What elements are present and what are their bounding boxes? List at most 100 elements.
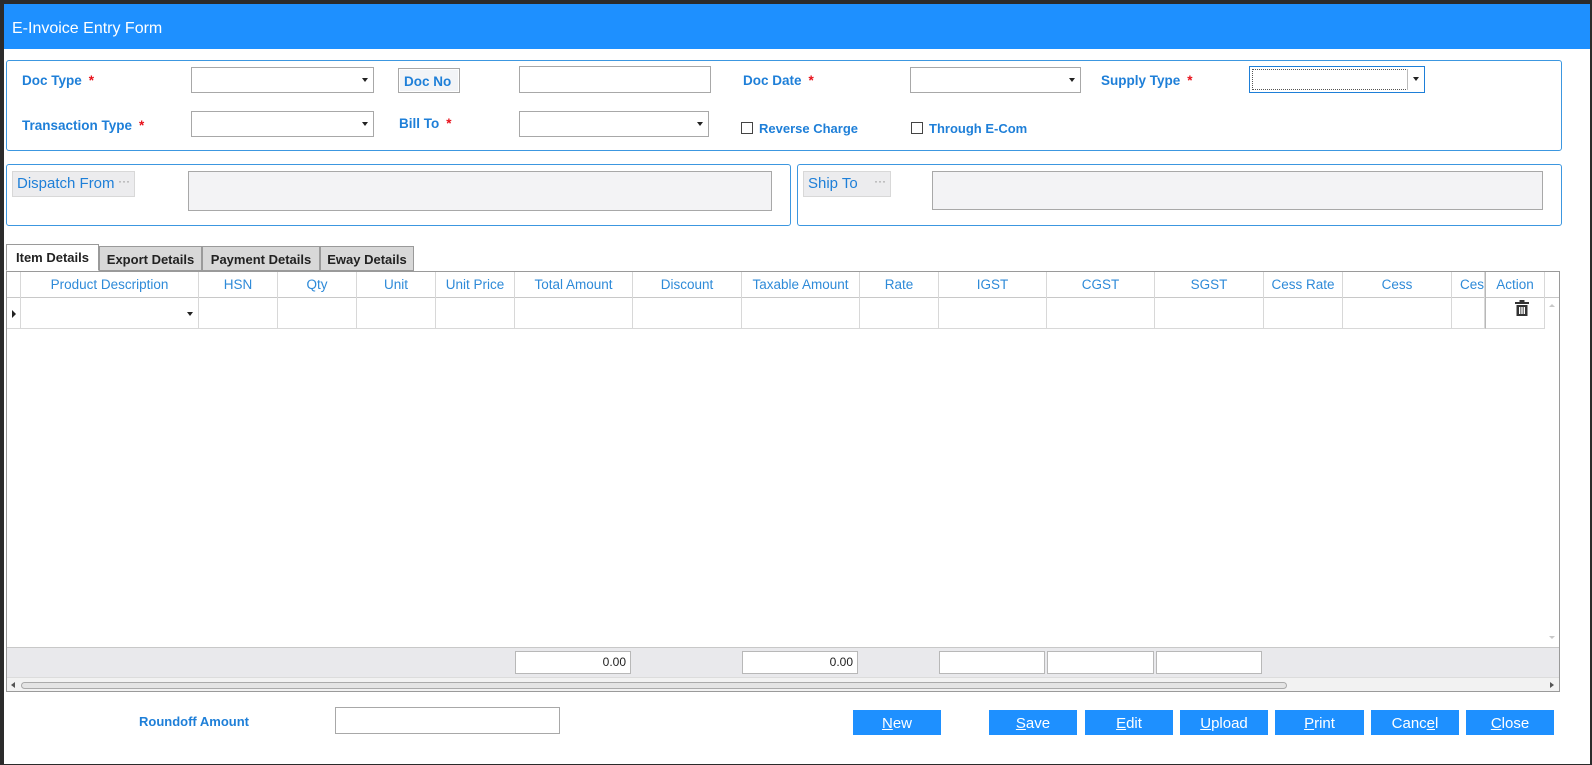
through-ecom-checkbox[interactable] <box>911 122 923 134</box>
required-marker: * <box>1187 73 1193 88</box>
cgst-sum <box>1047 651 1154 674</box>
cancel-irn-button[interactable]: Cancel IRN <box>1371 710 1459 758</box>
chevron-down-icon <box>1413 77 1419 81</box>
col-igst[interactable]: IGST <box>939 272 1047 298</box>
dispatch-from-address[interactable] <box>188 171 772 211</box>
chevron-down-icon <box>697 122 703 126</box>
doc-no-label: Doc No <box>398 68 460 93</box>
required-marker: * <box>139 118 145 133</box>
unit-price-cell[interactable] <box>436 298 515 329</box>
roundoff-amount-label: Roundoff Amount <box>139 714 249 729</box>
col-unit-price[interactable]: Unit Price <box>436 272 515 298</box>
cess-cell[interactable] <box>1343 298 1452 329</box>
scroll-down-icon[interactable] <box>1549 636 1555 639</box>
cgst-cell[interactable] <box>1047 298 1155 329</box>
horizontal-scroll-thumb[interactable] <box>21 682 1287 689</box>
total-amount-cell[interactable] <box>515 298 633 329</box>
row-selector[interactable] <box>7 298 21 329</box>
col-cess[interactable]: Cess <box>1343 272 1452 298</box>
total-amount-sum: 0.00 <box>515 651 631 674</box>
product-description-cell[interactable] <box>21 298 199 329</box>
scroll-right-icon[interactable] <box>1550 682 1554 688</box>
ship-to-address[interactable] <box>932 171 1543 210</box>
focus-rect <box>1252 69 1408 90</box>
col-cgst[interactable]: CGST <box>1047 272 1155 298</box>
grid-header: Product Description HSN Qty Unit Unit Pr… <box>7 272 1559 298</box>
transaction-type-combo[interactable] <box>191 111 374 137</box>
unit-cell[interactable] <box>357 298 436 329</box>
transaction-type-label: Transaction Type * <box>22 118 145 133</box>
col-rate[interactable]: Rate <box>860 272 939 298</box>
required-marker: * <box>88 73 95 88</box>
col-total-amount[interactable]: Total Amount <box>515 272 633 298</box>
dispatch-from-lookup[interactable]: Dispatch From ··· <box>12 171 135 197</box>
scroll-left-icon[interactable] <box>11 682 15 688</box>
col-discount[interactable]: Discount <box>633 272 742 298</box>
ellipsis-icon: ··· <box>118 174 130 188</box>
edit-button[interactable]: Edit <box>1085 710 1173 735</box>
trash-icon[interactable] <box>1514 300 1530 317</box>
doc-no-input[interactable] <box>519 66 711 93</box>
ship-to-panel: Ship To ··· <box>797 164 1562 226</box>
tab-export-details[interactable]: Export Details <box>99 246 202 271</box>
ship-to-lookup[interactable]: Ship To ··· <box>803 171 891 197</box>
chevron-down-icon <box>187 312 193 316</box>
required-marker: * <box>808 73 814 88</box>
upload-button[interactable]: Upload <box>1180 710 1268 735</box>
dispatch-from-panel: Dispatch From ··· <box>6 164 791 226</box>
reverse-charge-label[interactable]: Reverse Charge <box>759 121 858 136</box>
supply-type-combo[interactable] <box>1249 66 1425 93</box>
rate-cell[interactable] <box>860 298 939 329</box>
tab-payment-details[interactable]: Payment Details <box>202 246 320 271</box>
col-taxable-amount[interactable]: Taxable Amount <box>742 272 860 298</box>
col-sgst[interactable]: SGST <box>1155 272 1264 298</box>
sgst-cell[interactable] <box>1155 298 1264 329</box>
through-ecom-label[interactable]: Through E-Com <box>929 121 1027 136</box>
chevron-down-icon <box>1069 78 1075 82</box>
doc-date-label: Doc Date * <box>743 73 814 88</box>
bill-to-combo[interactable] <box>519 111 709 137</box>
save-button[interactable]: Save <box>989 710 1077 735</box>
grid-totals-row: 0.00 0.00 <box>7 647 1559 677</box>
taxable-amount-cell[interactable] <box>742 298 860 329</box>
doc-date-picker[interactable] <box>910 67 1081 93</box>
col-cess-truncated[interactable]: Cess <box>1452 272 1485 298</box>
chevron-down-icon <box>362 78 368 82</box>
col-hsn[interactable]: HSN <box>199 272 278 298</box>
chevron-down-icon <box>362 122 368 126</box>
igst-cell[interactable] <box>939 298 1047 329</box>
required-marker: * <box>446 116 452 131</box>
col-product-description[interactable]: Product Description <box>21 272 199 298</box>
col-action[interactable]: Action <box>1485 272 1545 298</box>
header-form-panel: Doc Type * Doc No Doc Date * Supply Type * … <box>6 60 1562 151</box>
ellipsis-icon: ··· <box>874 174 886 188</box>
horizontal-scrollbar[interactable] <box>7 677 1559 691</box>
close-button[interactable]: Close <box>1466 710 1554 735</box>
col-unit[interactable]: Unit <box>357 272 436 298</box>
hsn-cell[interactable] <box>199 298 278 329</box>
tab-eway-details[interactable]: Eway Details <box>320 246 414 271</box>
doc-type-label: Doc Type * <box>22 73 95 88</box>
item-details-grid: Product Description HSN Qty Unit Unit Pr… <box>6 271 1560 692</box>
roundoff-amount-input[interactable] <box>335 707 560 734</box>
row-indicator-icon <box>12 310 16 318</box>
qty-cell[interactable] <box>278 298 357 329</box>
print-button[interactable]: Print <box>1275 710 1364 735</box>
new-button[interactable]: New <box>853 710 941 735</box>
cess-rate-cell[interactable] <box>1264 298 1343 329</box>
reverse-charge-checkbox[interactable] <box>741 122 753 134</box>
sgst-sum <box>1156 651 1262 674</box>
tab-item-details[interactable]: Item Details <box>6 244 99 271</box>
vertical-scrollbar[interactable] <box>1545 298 1559 647</box>
dispatch-from-label: Dispatch From <box>17 175 115 192</box>
cess-amount-cell[interactable] <box>1452 298 1485 329</box>
igst-sum <box>939 651 1045 674</box>
doc-type-combo[interactable] <box>191 67 374 93</box>
ship-to-label: Ship To <box>808 175 858 192</box>
einvoice-window: E-Invoice Entry Form Doc Type * Doc No Do… <box>4 4 1590 764</box>
taxable-amount-sum: 0.00 <box>742 651 858 674</box>
discount-cell[interactable] <box>633 298 742 329</box>
col-cess-rate[interactable]: Cess Rate <box>1264 272 1343 298</box>
scroll-up-icon[interactable] <box>1549 304 1555 307</box>
col-qty[interactable]: Qty <box>278 272 357 298</box>
